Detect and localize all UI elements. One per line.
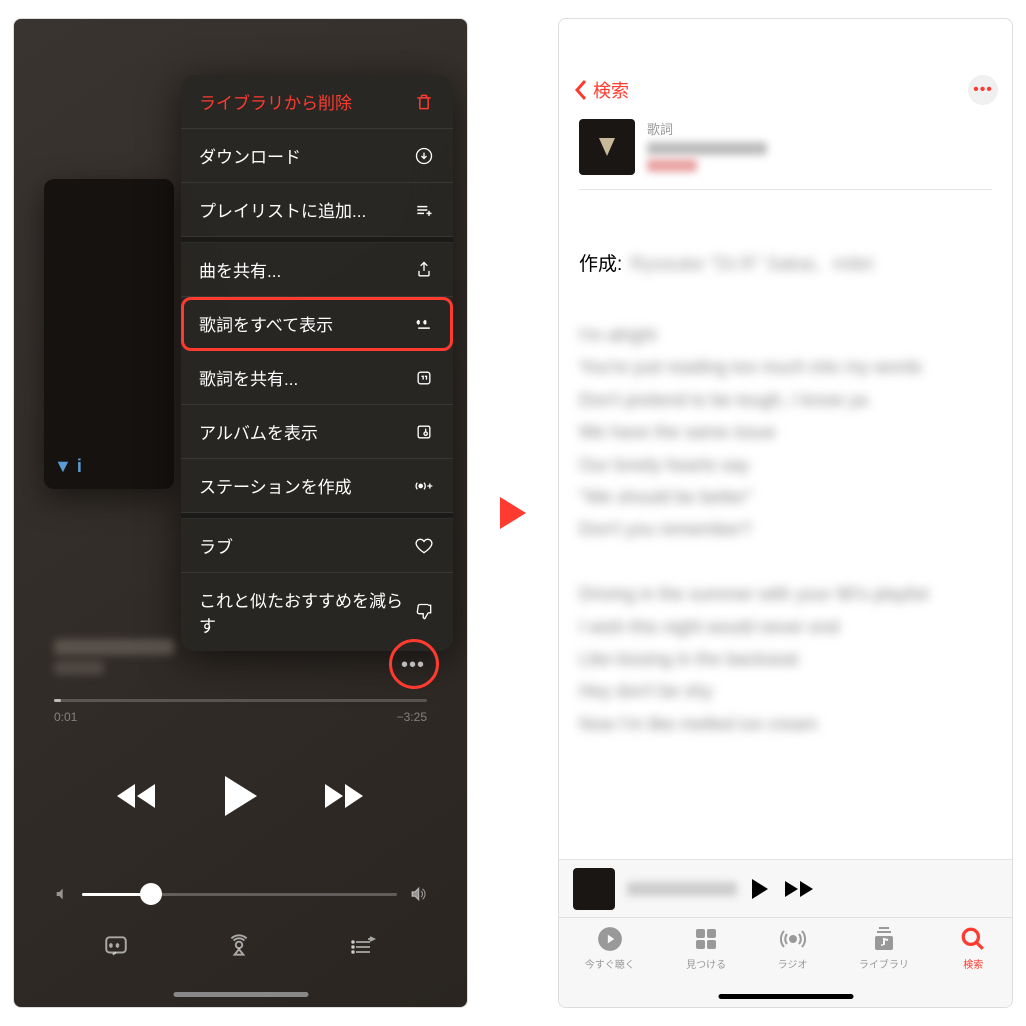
progress-bar[interactable]: 0:01 −3:25 bbox=[54, 699, 427, 724]
song-info bbox=[54, 639, 174, 675]
menu-label: 歌詞をすべて表示 bbox=[199, 311, 413, 336]
menu-show-all-lyrics[interactable]: 歌詞をすべて表示 bbox=[181, 297, 453, 351]
song-header: 歌詞 bbox=[579, 119, 992, 190]
credits-row: 作成: Ryosuke "Dr.R" Sakai、milet bbox=[579, 249, 992, 276]
volume-slider[interactable] bbox=[54, 885, 427, 903]
volume-high-icon bbox=[409, 885, 427, 903]
forward-button[interactable] bbox=[321, 781, 367, 811]
now-playing-screen: ▼ i ライブラリから削除 ダウンロード プレイリストに追加... 曲を共有..… bbox=[13, 18, 468, 1008]
credit-value: Ryosuke "Dr.R" Sakai、milet bbox=[630, 249, 873, 276]
lyrics-screen: 検索 ••• 歌詞 作成: Ryosuke "Dr.R" Sakai、milet… bbox=[558, 18, 1013, 1008]
album-icon bbox=[413, 421, 435, 443]
time-elapsed: 0:01 bbox=[54, 710, 77, 724]
menu-label: ダウンロード bbox=[199, 143, 413, 168]
menu-share-lyrics[interactable]: 歌詞を共有... bbox=[181, 351, 453, 405]
queue-button[interactable] bbox=[350, 933, 378, 959]
bottom-actions bbox=[14, 933, 467, 959]
menu-label: アルバムを表示 bbox=[199, 419, 413, 444]
album-artwork: ▼ i bbox=[44, 179, 174, 489]
tab-search[interactable]: 検索 bbox=[960, 926, 986, 1007]
song-title bbox=[647, 142, 767, 155]
tab-label: 見つける bbox=[686, 956, 726, 971]
home-indicator[interactable] bbox=[718, 994, 853, 999]
trash-icon bbox=[413, 91, 435, 113]
lyrics-button[interactable] bbox=[103, 933, 129, 959]
lyrics-heading: 歌詞 bbox=[647, 119, 767, 138]
chevron-left-icon bbox=[573, 79, 589, 101]
menu-label: ステーションを作成 bbox=[199, 473, 413, 498]
rewind-button[interactable] bbox=[115, 781, 161, 811]
playback-controls bbox=[14, 774, 467, 818]
lyrics-icon bbox=[413, 313, 435, 335]
tab-label: ライブラリ bbox=[859, 956, 909, 971]
menu-label: 歌詞を共有... bbox=[199, 365, 413, 390]
album-badge: ▼ i bbox=[54, 456, 82, 477]
mini-player[interactable] bbox=[559, 859, 1012, 917]
nav-bar: 検索 ••• bbox=[559, 75, 1012, 105]
menu-create-station[interactable]: ステーションを作成 bbox=[181, 459, 453, 513]
menu-love[interactable]: ラブ bbox=[181, 519, 453, 573]
back-button[interactable]: 検索 bbox=[573, 77, 629, 103]
tab-listen-now[interactable]: 今すぐ聴く bbox=[585, 926, 635, 1007]
flow-arrow-icon bbox=[498, 495, 528, 531]
menu-label: プレイリストに追加... bbox=[199, 197, 413, 222]
menu-label: ラブ bbox=[199, 533, 413, 558]
menu-share-song[interactable]: 曲を共有... bbox=[181, 243, 453, 297]
more-button[interactable]: ••• bbox=[968, 75, 998, 105]
heart-icon bbox=[413, 535, 435, 557]
airplay-button[interactable] bbox=[226, 933, 252, 959]
mini-title bbox=[627, 882, 737, 896]
tab-label: ラジオ bbox=[778, 956, 808, 971]
more-button[interactable]: ••• bbox=[395, 647, 431, 683]
menu-download[interactable]: ダウンロード bbox=[181, 129, 453, 183]
mini-play-button[interactable] bbox=[749, 877, 771, 901]
share-icon bbox=[413, 259, 435, 281]
time-remaining: −3:25 bbox=[397, 710, 427, 724]
lyrics-body: I'm alright You're just reading too much… bbox=[579, 319, 992, 740]
library-icon bbox=[872, 926, 896, 952]
volume-low-icon bbox=[54, 886, 70, 902]
context-menu: ライブラリから削除 ダウンロード プレイリストに追加... 曲を共有... 歌詞… bbox=[181, 75, 453, 651]
menu-delete-from-library[interactable]: ライブラリから削除 bbox=[181, 75, 453, 129]
menu-label: これと似たおすすめを減らす bbox=[199, 587, 413, 637]
grid-icon bbox=[694, 926, 718, 952]
download-icon bbox=[413, 145, 435, 167]
radio-icon bbox=[779, 926, 807, 952]
tab-label: 検索 bbox=[963, 956, 983, 971]
add-playlist-icon bbox=[413, 199, 435, 221]
song-artist bbox=[647, 159, 697, 172]
song-artwork bbox=[579, 119, 635, 175]
tab-library[interactable]: ライブラリ bbox=[859, 926, 909, 1007]
share-lyrics-icon bbox=[413, 367, 435, 389]
home-indicator[interactable] bbox=[173, 992, 308, 997]
station-icon bbox=[413, 475, 435, 497]
menu-show-album[interactable]: アルバムを表示 bbox=[181, 405, 453, 459]
thumbs-down-icon bbox=[413, 601, 435, 623]
menu-label: 曲を共有... bbox=[199, 257, 413, 282]
play-button[interactable] bbox=[221, 774, 261, 818]
menu-add-to-playlist[interactable]: プレイリストに追加... bbox=[181, 183, 453, 237]
credit-label: 作成: bbox=[579, 249, 622, 276]
search-icon bbox=[960, 926, 986, 952]
menu-label: ライブラリから削除 bbox=[199, 89, 413, 114]
mini-forward-button[interactable] bbox=[783, 879, 815, 899]
tab-label: 今すぐ聴く bbox=[585, 956, 635, 971]
play-circle-icon bbox=[597, 926, 623, 952]
menu-suggest-less[interactable]: これと似たおすすめを減らす bbox=[181, 573, 453, 651]
back-label: 検索 bbox=[593, 77, 629, 103]
mini-artwork bbox=[573, 868, 615, 910]
